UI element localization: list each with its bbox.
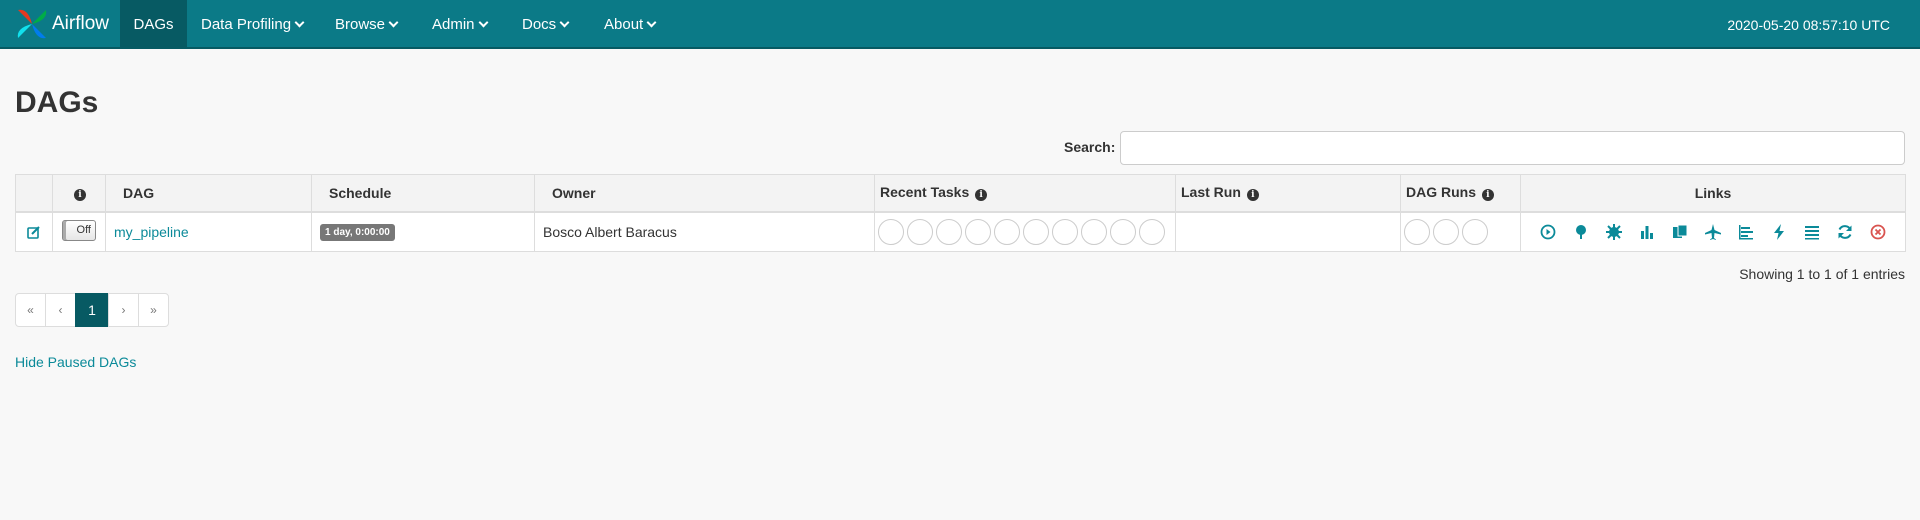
nav-docs[interactable]: Docs (522, 0, 570, 49)
nav-data-profiling-label: Data Profiling (201, 16, 292, 33)
graph-view-icon[interactable] (1605, 223, 1623, 241)
airflow-pinwheel-icon (17, 9, 47, 39)
links-bar (1529, 223, 1897, 241)
showing-entries: Showing 1 to 1 of 1 entries (1739, 266, 1905, 282)
links-cell (1520, 211, 1906, 252)
logs-icon[interactable] (1803, 223, 1821, 241)
header-dag-runs: DAG Runs i (1400, 174, 1521, 213)
header-recent-tasks: Recent Tasks i (874, 174, 1176, 213)
nav-about[interactable]: About (604, 0, 657, 49)
header-last-run: Last Run i (1175, 174, 1401, 213)
last-run-label: Last Run (1181, 184, 1241, 201)
state-circle[interactable] (1023, 218, 1049, 245)
header-schedule[interactable]: Schedule (311, 174, 535, 213)
refresh-icon[interactable] (1836, 223, 1854, 241)
nav-browse-label: Browse (335, 16, 386, 33)
dag-runs-circles (1404, 218, 1512, 245)
table-header-row: i DAG Schedule Owner Recent Tasks i Last… (15, 174, 1906, 213)
nav-browse[interactable]: Browse (335, 0, 399, 49)
header-edit (15, 174, 53, 213)
recent-tasks-label: Recent Tasks (880, 184, 970, 201)
delete-icon[interactable] (1869, 223, 1887, 241)
schedule-cell: 1 day, 0:00:00 (311, 211, 535, 252)
toggle-cell: Off (52, 211, 106, 252)
toggle-label: Off (76, 223, 91, 236)
header-links: Links (1520, 174, 1906, 213)
nav-dags[interactable]: DAGs (120, 0, 187, 49)
tree-view-icon[interactable] (1572, 223, 1590, 241)
pagination: « ‹ 1 › » (15, 293, 169, 327)
table-row: Off my_pipeline 1 day, 0:00:00 Bosco Alb… (15, 211, 1906, 252)
last-run-cell (1175, 211, 1401, 252)
page-first-button[interactable]: « (15, 293, 46, 327)
hide-paused-dags-link[interactable]: Hide Paused DAGs (15, 354, 136, 370)
state-circle[interactable] (1052, 218, 1078, 245)
chevron-down-icon (294, 17, 305, 28)
state-circle[interactable] (994, 218, 1020, 245)
state-circle[interactable] (965, 218, 991, 245)
owner-cell: Bosco Albert Baracus (534, 211, 875, 252)
brand-logo[interactable]: Airflow (14, 6, 109, 42)
brand-name: Airflow (52, 13, 110, 34)
info-icon: i (74, 189, 86, 202)
state-circle[interactable] (1110, 218, 1136, 245)
page-last-button[interactable]: » (138, 293, 169, 327)
search-input[interactable] (1120, 131, 1905, 165)
recent-tasks-circles (878, 218, 1167, 245)
recent-tasks-cell (874, 211, 1176, 252)
state-circle[interactable] (1433, 218, 1459, 245)
dag-runs-cell (1400, 211, 1521, 252)
dags-table: i DAG Schedule Owner Recent Tasks i Last… (15, 174, 1906, 252)
edit-icon[interactable] (24, 225, 44, 239)
chevron-down-icon (646, 17, 657, 28)
task-duration-icon[interactable] (1638, 223, 1656, 241)
page-title: DAGs (15, 86, 99, 119)
header-owner[interactable]: Owner (534, 174, 875, 213)
state-circle[interactable] (936, 218, 962, 245)
state-circle[interactable] (1139, 218, 1165, 245)
info-icon[interactable]: i (975, 189, 988, 202)
header-info: i (52, 174, 106, 213)
nav-docs-label: Docs (522, 16, 557, 33)
dag-link[interactable]: my_pipeline (114, 224, 189, 240)
state-circle[interactable] (1081, 218, 1107, 245)
dag-id-cell: my_pipeline (105, 211, 312, 252)
page-prev-button[interactable]: ‹ (45, 293, 76, 327)
nav-admin[interactable]: Admin (432, 0, 488, 49)
task-tries-icon[interactable] (1671, 223, 1689, 241)
state-circle[interactable] (1404, 218, 1430, 245)
info-icon[interactable]: i (1481, 189, 1494, 202)
state-circle[interactable] (1462, 218, 1488, 245)
info-icon[interactable]: i (1246, 189, 1259, 202)
state-circle[interactable] (907, 218, 933, 245)
page-next-button[interactable]: › (108, 293, 139, 327)
utc-clock[interactable]: 2020-05-20 08:57:10 UTC (1727, 0, 1890, 49)
gantt-icon[interactable] (1737, 223, 1755, 241)
state-circle[interactable] (878, 218, 904, 245)
edit-cell (15, 211, 53, 252)
search-label: Search: (1064, 139, 1116, 155)
chevron-down-icon (478, 17, 488, 28)
page-current-button[interactable]: 1 (75, 293, 109, 327)
nav-about-label: About (604, 16, 644, 33)
top-navbar: Airflow DAGs Data Profiling Browse Admin… (0, 0, 1920, 49)
nav-dags-label: DAGs (133, 16, 174, 33)
nav-data-profiling[interactable]: Data Profiling (201, 0, 305, 49)
nav-admin-label: Admin (432, 16, 475, 33)
dag-runs-label: DAG Runs (1406, 184, 1476, 201)
code-view-icon[interactable] (1770, 223, 1788, 241)
chevron-down-icon (559, 17, 570, 28)
header-dag[interactable]: DAG (105, 174, 312, 213)
dag-pause-toggle[interactable]: Off (62, 219, 96, 241)
schedule-badge[interactable]: 1 day, 0:00:00 (320, 224, 395, 242)
trigger-dag-icon[interactable] (1539, 223, 1557, 241)
landing-times-icon[interactable] (1704, 223, 1722, 241)
chevron-down-icon (388, 17, 399, 28)
